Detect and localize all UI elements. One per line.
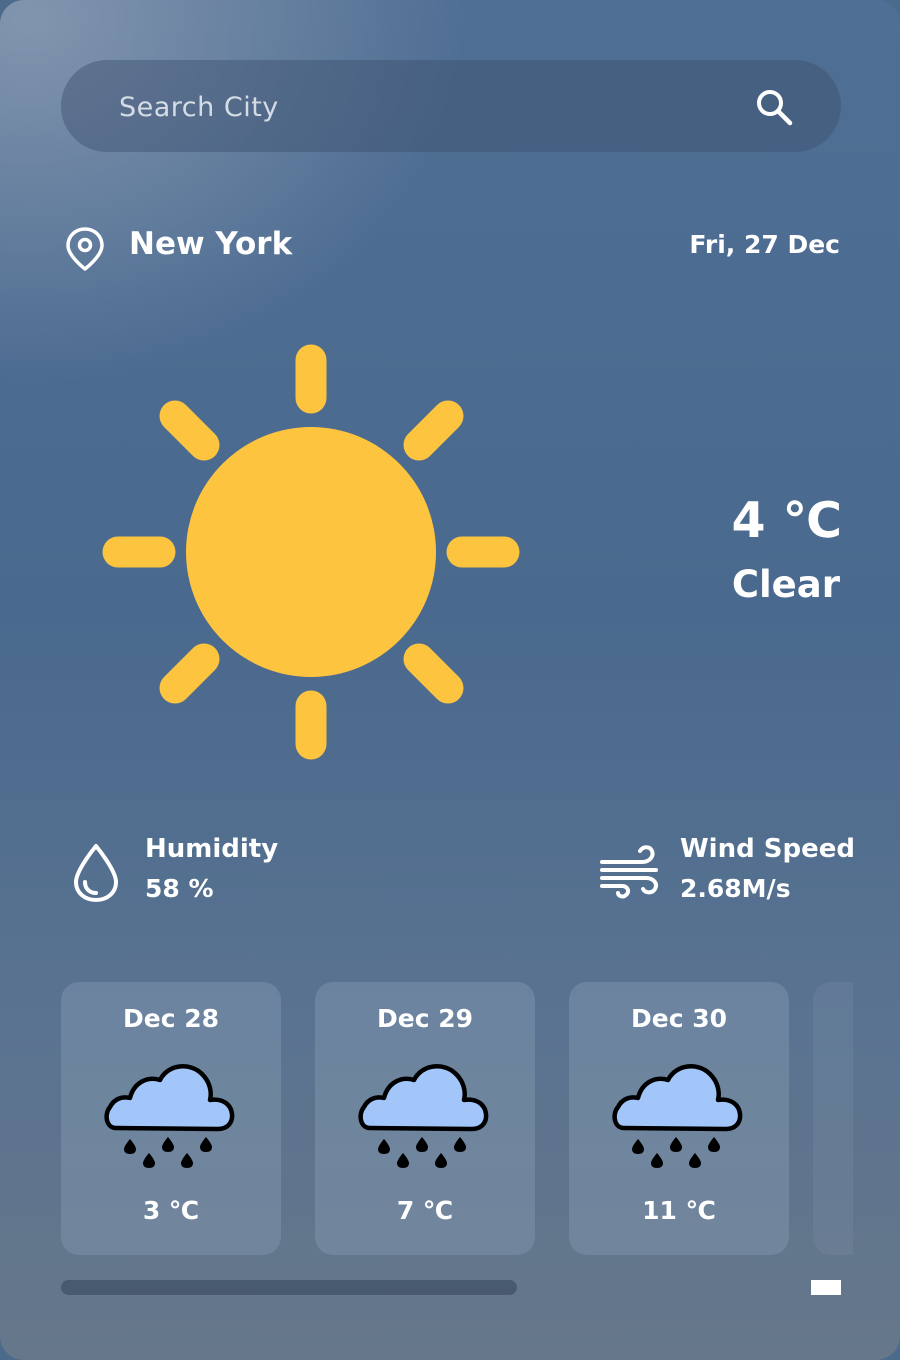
current-temperature: 4 ℃ xyxy=(731,492,843,549)
forecast-temperature: 3 ℃ xyxy=(142,1196,200,1225)
search-icon[interactable] xyxy=(753,86,795,128)
forecast-card-next-peek[interactable] xyxy=(813,982,853,1255)
search-bar xyxy=(61,60,841,152)
forecast-card-dec-30[interactable]: Dec 30 11 ℃ xyxy=(569,982,789,1255)
sun-icon xyxy=(102,344,520,760)
location-pin-icon xyxy=(66,227,104,271)
rain-cloud-icon xyxy=(358,1064,489,1168)
forecast-scrollbar-thumb[interactable] xyxy=(811,1280,841,1295)
wind-speed-label: Wind Speed xyxy=(680,834,855,864)
rain-cloud-icon xyxy=(104,1064,235,1168)
weather-condition: Clear xyxy=(731,563,840,606)
humidity-value: 58 % xyxy=(145,874,214,903)
forecast-date: Dec 30 xyxy=(630,1004,728,1033)
weather-card: New York Fri, 27 Dec 4 ℃ Clear Humidity … xyxy=(0,0,900,1360)
forecast-scrollbar-track[interactable] xyxy=(61,1280,517,1295)
search-input[interactable] xyxy=(117,84,681,130)
current-date: Fri, 27 Dec xyxy=(689,230,840,259)
forecast-date: Dec 28 xyxy=(122,1004,220,1033)
wind-icon xyxy=(600,845,658,899)
rain-cloud-icon xyxy=(612,1064,743,1168)
humidity-label: Humidity xyxy=(145,834,279,864)
water-drop-icon xyxy=(74,844,118,902)
forecast-card-dec-28[interactable]: Dec 28 3 ℃ xyxy=(61,982,281,1255)
forecast-temperature: 11 ℃ xyxy=(642,1196,716,1225)
wind-speed-value: 2.68M/s xyxy=(680,874,791,903)
forecast-card-dec-29[interactable]: Dec 29 7 ℃ xyxy=(315,982,535,1255)
forecast-date: Dec 29 xyxy=(376,1004,474,1033)
city-name: New York xyxy=(129,226,293,262)
forecast-temperature: 7 ℃ xyxy=(396,1196,454,1225)
